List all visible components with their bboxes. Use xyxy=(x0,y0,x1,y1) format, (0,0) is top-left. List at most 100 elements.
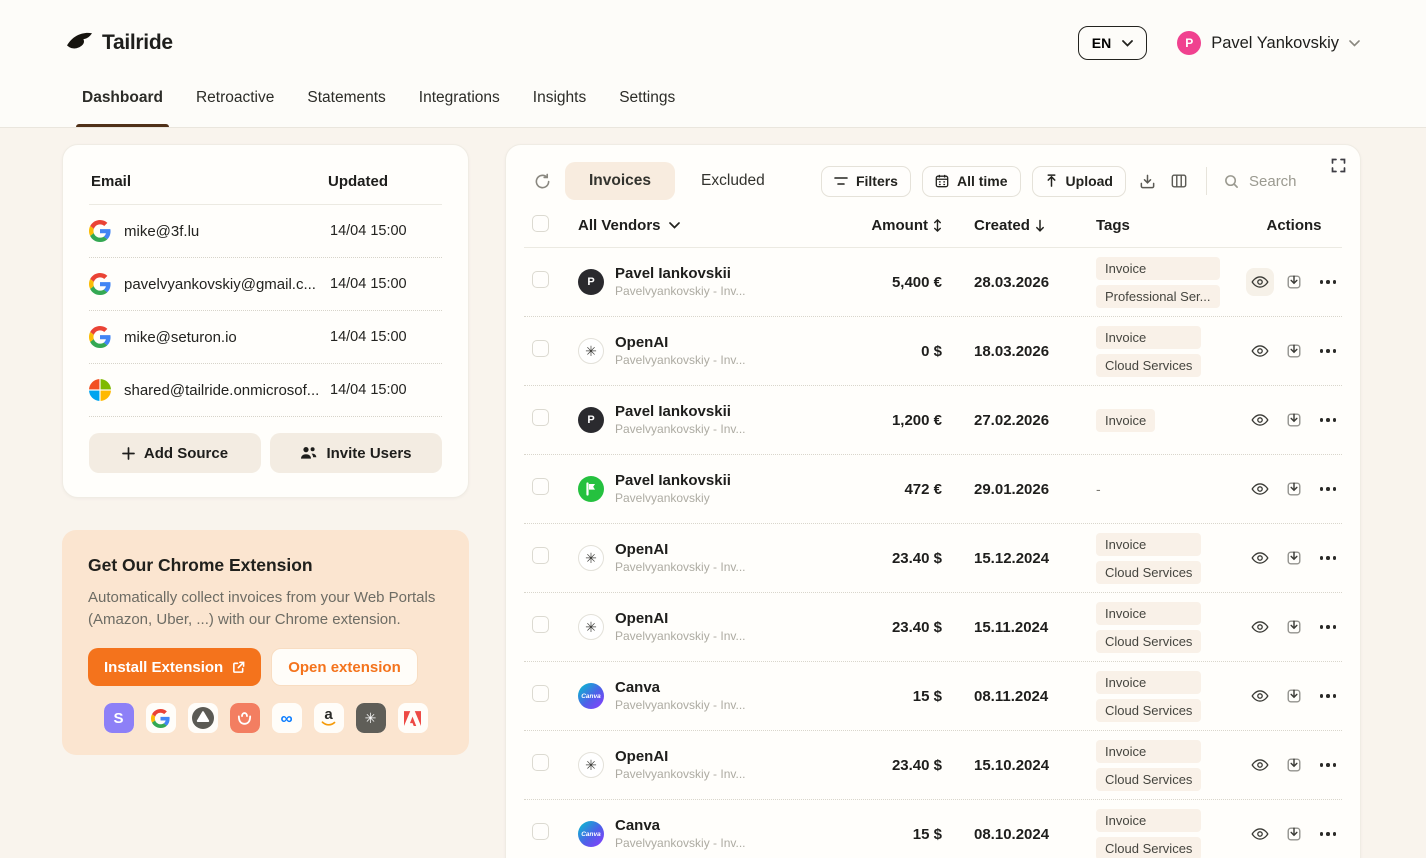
filters-button[interactable]: Filters xyxy=(820,165,911,197)
add-source-button[interactable]: Add Source xyxy=(89,433,261,473)
more-actions-icon[interactable] xyxy=(1314,820,1342,848)
download-invoice-icon[interactable] xyxy=(1280,820,1308,848)
invoice-row[interactable]: P Pavel Iankovskii Pavelvyankovskiy - In… xyxy=(524,248,1342,317)
tag-pill: Invoice xyxy=(1096,601,1202,625)
more-actions-icon[interactable] xyxy=(1314,475,1342,503)
more-actions-icon[interactable] xyxy=(1314,406,1342,434)
download-invoice-icon[interactable] xyxy=(1280,544,1308,572)
invoices-tabs: Invoices Excluded xyxy=(565,162,787,200)
row-checkbox[interactable] xyxy=(532,823,549,840)
select-all-checkbox[interactable] xyxy=(532,215,549,232)
invoice-row[interactable]: P Pavel Iankovskii Pavelvyankovskiy - In… xyxy=(524,386,1342,455)
view-invoice-icon[interactable] xyxy=(1246,337,1274,365)
download-invoice-icon[interactable] xyxy=(1280,268,1308,296)
email-source-row[interactable]: mike@3f.lu 14/04 15:00 xyxy=(89,205,442,258)
user-avatar: P xyxy=(1177,31,1202,55)
download-invoice-icon[interactable] xyxy=(1280,682,1308,710)
invoice-created-date: 29.01.2026 xyxy=(974,480,1050,498)
source-email: mike@3f.lu xyxy=(124,222,200,240)
nav-tab[interactable]: Dashboard xyxy=(76,86,169,127)
invoice-row[interactable]: ✳ OpenAI Pavelvyankovskiy - Inv... 23.40… xyxy=(524,731,1342,800)
view-invoice-icon[interactable] xyxy=(1246,682,1274,710)
refresh-icon[interactable] xyxy=(534,173,551,190)
view-invoice-icon[interactable] xyxy=(1246,475,1274,503)
calendar-icon xyxy=(935,174,949,188)
view-invoice-icon[interactable] xyxy=(1246,406,1274,434)
invoices-tab[interactable]: Excluded xyxy=(679,162,787,200)
row-checkbox[interactable] xyxy=(532,409,549,426)
open-extension-button[interactable]: Open extension xyxy=(271,648,418,687)
vendor-name: Canva xyxy=(615,678,661,696)
language-selector[interactable]: EN xyxy=(1077,26,1148,60)
invoice-row[interactable]: ✳ OpenAI Pavelvyankovskiy - Inv... 0 $ 1… xyxy=(524,317,1342,386)
vendor-subtitle: Pavelvyankovskiy - Inv... xyxy=(615,628,746,643)
invite-users-button[interactable]: Invite Users xyxy=(270,433,442,473)
invoices-tab[interactable]: Invoices xyxy=(565,162,676,200)
row-checkbox[interactable] xyxy=(532,340,549,357)
row-checkbox[interactable] xyxy=(532,754,549,771)
more-actions-icon[interactable] xyxy=(1314,544,1342,572)
amazon-icon: a xyxy=(313,703,344,734)
columns-icon[interactable] xyxy=(1169,173,1189,189)
email-source-row[interactable]: pavelvyankovskiy@gmail.c... 14/04 15:00 xyxy=(89,258,442,311)
invoice-tags: Invoice Professional Ser... xyxy=(1096,256,1220,308)
topbar: Tailride EN P Pavel Yankovskiy Dashboard xyxy=(0,0,1426,128)
created-column-header[interactable]: Created xyxy=(974,217,1096,234)
view-invoice-icon[interactable] xyxy=(1246,268,1274,296)
more-actions-icon[interactable] xyxy=(1314,682,1342,710)
more-actions-icon[interactable] xyxy=(1314,613,1342,641)
view-invoice-icon[interactable] xyxy=(1246,751,1274,779)
download-icon[interactable] xyxy=(1137,173,1158,190)
meta-icon: ∞ xyxy=(271,703,302,734)
invoice-created-date: 27.02.2026 xyxy=(974,411,1050,429)
row-checkbox[interactable] xyxy=(532,271,549,288)
row-checkbox[interactable] xyxy=(532,547,549,564)
download-invoice-icon[interactable] xyxy=(1280,475,1308,503)
upload-button[interactable]: Upload xyxy=(1031,165,1126,197)
user-menu[interactable]: P Pavel Yankovskiy xyxy=(1177,31,1360,55)
source-updated-time: 14/04 15:00 xyxy=(330,329,407,345)
invoice-created-date: 08.10.2024 xyxy=(974,825,1050,843)
invoice-tags: Invoice Cloud Services xyxy=(1096,601,1202,653)
openai-tile-icon: ✳ xyxy=(355,703,386,734)
all-time-label: All time xyxy=(956,173,1008,189)
download-invoice-icon[interactable] xyxy=(1280,337,1308,365)
invoice-row[interactable]: ✳ OpenAI Pavelvyankovskiy - Inv... 23.40… xyxy=(524,524,1342,593)
invoice-row[interactable]: Canva Canva Pavelvyankovskiy - Inv... 15… xyxy=(524,662,1342,731)
invoice-created-date: 15.12.2024 xyxy=(974,549,1050,567)
email-source-row[interactable]: shared@tailride.onmicrosof... 14/04 15:0… xyxy=(89,364,442,417)
vendor-column-header[interactable]: All Vendors xyxy=(578,217,846,234)
nav-tab[interactable]: Retroactive xyxy=(196,86,274,127)
more-actions-icon[interactable] xyxy=(1314,751,1342,779)
nav-tab[interactable]: Statements xyxy=(307,86,385,127)
more-actions-icon[interactable] xyxy=(1314,268,1342,296)
row-checkbox[interactable] xyxy=(532,685,549,702)
chevron-down-icon xyxy=(1122,39,1134,47)
nav-tab-label: Retroactive xyxy=(195,89,275,106)
email-source-row[interactable]: mike@seturon.io 14/04 15:00 xyxy=(89,311,442,364)
search-input[interactable] xyxy=(1249,172,1333,190)
view-invoice-icon[interactable] xyxy=(1246,544,1274,572)
install-extension-button[interactable]: Install Extension xyxy=(88,648,262,687)
invoice-row[interactable]: Pavel Iankovskii Pavelvyankovskiy 472 € … xyxy=(524,455,1342,524)
date-range-button[interactable]: All time xyxy=(921,165,1021,197)
sort-down-icon xyxy=(1035,219,1045,232)
download-invoice-icon[interactable] xyxy=(1280,751,1308,779)
download-invoice-icon[interactable] xyxy=(1280,406,1308,434)
invoice-amount: 1,200 € xyxy=(891,411,942,429)
view-invoice-icon[interactable] xyxy=(1246,613,1274,641)
expand-fullscreen-icon[interactable] xyxy=(1331,158,1346,173)
view-invoice-icon[interactable] xyxy=(1246,820,1274,848)
row-checkbox[interactable] xyxy=(532,616,549,633)
more-actions-icon[interactable] xyxy=(1314,337,1342,365)
row-checkbox[interactable] xyxy=(532,478,549,495)
invoices-tab-label: Excluded xyxy=(701,172,765,189)
amount-column-header[interactable]: Amount xyxy=(846,217,942,234)
nav-tab[interactable]: Settings xyxy=(619,86,675,127)
nav-tab[interactable]: Insights xyxy=(533,86,586,127)
nav-tab[interactable]: Integrations xyxy=(419,86,500,127)
invoice-row[interactable]: ✳ OpenAI Pavelvyankovskiy - Inv... 23.40… xyxy=(524,593,1342,662)
invoice-row[interactable]: Canva Canva Pavelvyankovskiy - Inv... 15… xyxy=(524,800,1342,858)
created-header-label: Created xyxy=(974,217,1030,234)
download-invoice-icon[interactable] xyxy=(1280,613,1308,641)
